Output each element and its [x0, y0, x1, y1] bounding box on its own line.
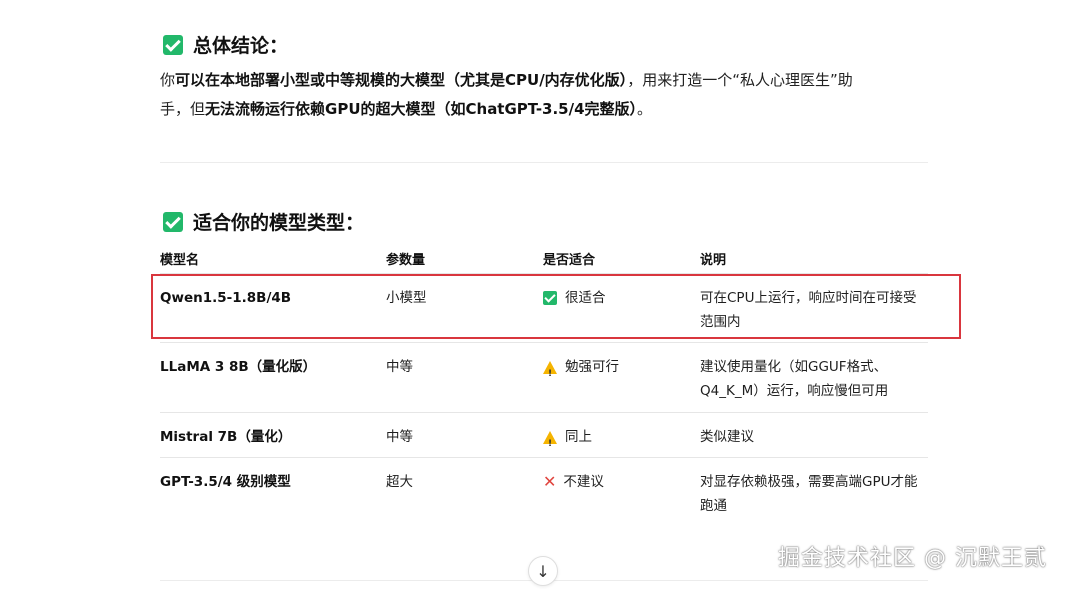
text-span: 。 — [637, 100, 653, 118]
status-text: 勉强可行 — [565, 359, 619, 375]
model-status: 同上 — [543, 413, 700, 457]
table-header: 模型名 参数量 是否适合 说明 — [160, 244, 928, 274]
warning-icon — [543, 360, 557, 386]
conclusion-heading-text: 总体结论： — [193, 35, 289, 57]
model-note: 类似建议 — [700, 429, 754, 445]
text-span: ，用来打造一个“私人心理医生”助 — [627, 71, 853, 89]
column-header: 参数量 — [386, 253, 426, 268]
model-size: 超大 — [386, 474, 413, 490]
model-status: 勉强可行 — [543, 343, 700, 412]
highlight-box — [151, 274, 961, 339]
model-name: GPT-3.5/4 级别模型 — [160, 474, 291, 490]
status-text: 同上 — [565, 429, 592, 445]
cross-icon: ✕ — [543, 472, 557, 491]
models-heading-text: 适合你的模型类型： — [193, 212, 365, 234]
model-status: ✕ 不建议 — [543, 458, 700, 526]
divider — [160, 162, 928, 163]
status-text: 不建议 — [563, 474, 604, 490]
model-size: 中等 — [386, 359, 413, 375]
watermark: 掘金技术社区 @ 沉默王贰 — [778, 546, 1047, 571]
column-header: 是否适合 — [543, 253, 596, 268]
text-span: 你 — [160, 71, 176, 89]
bold-span: 可以在本地部署小型或中等规模的大模型（尤其是CPU/内存优化版） — [175, 71, 628, 89]
check-icon — [163, 211, 183, 232]
bold-span: 无法流畅运行依赖GPU的超大模型（如ChatGPT-3.5/4完整版） — [205, 100, 638, 118]
model-name: Mistral 7B（量化） — [160, 429, 292, 445]
model-note: 对显存依赖极强，需要高端GPU才能跑通 — [700, 474, 918, 514]
table-row: LLaMA 3 8B（量化版） 中等 勉强可行 建议使用量化（如GGUF格式、Q… — [160, 343, 928, 413]
table-row: GPT-3.5/4 级别模型 超大 ✕ 不建议 对显存依赖极强，需要高端GPU才能… — [160, 458, 928, 526]
model-note: 建议使用量化（如GGUF格式、Q4_K_M）运行，响应慢但可用 — [700, 359, 889, 399]
scroll-down-button[interactable]: ↓ — [528, 556, 558, 586]
column-header: 说明 — [700, 253, 727, 268]
check-icon — [163, 34, 183, 55]
conclusion-heading: 总体结论： — [163, 31, 288, 58]
model-name: LLaMA 3 8B（量化版） — [160, 359, 317, 375]
text-span: 手，但 — [160, 100, 206, 118]
arrow-down-icon: ↓ — [536, 561, 550, 581]
conclusion-paragraph: 你可以在本地部署小型或中等规模的大模型（尤其是CPU/内存优化版），用来打造一个… — [160, 66, 930, 124]
warning-icon — [543, 430, 557, 456]
table-row: Mistral 7B（量化） 中等 同上 类似建议 — [160, 413, 928, 458]
model-size: 中等 — [386, 429, 413, 445]
models-heading: 适合你的模型类型： — [163, 208, 364, 235]
column-header: 模型名 — [160, 253, 200, 268]
